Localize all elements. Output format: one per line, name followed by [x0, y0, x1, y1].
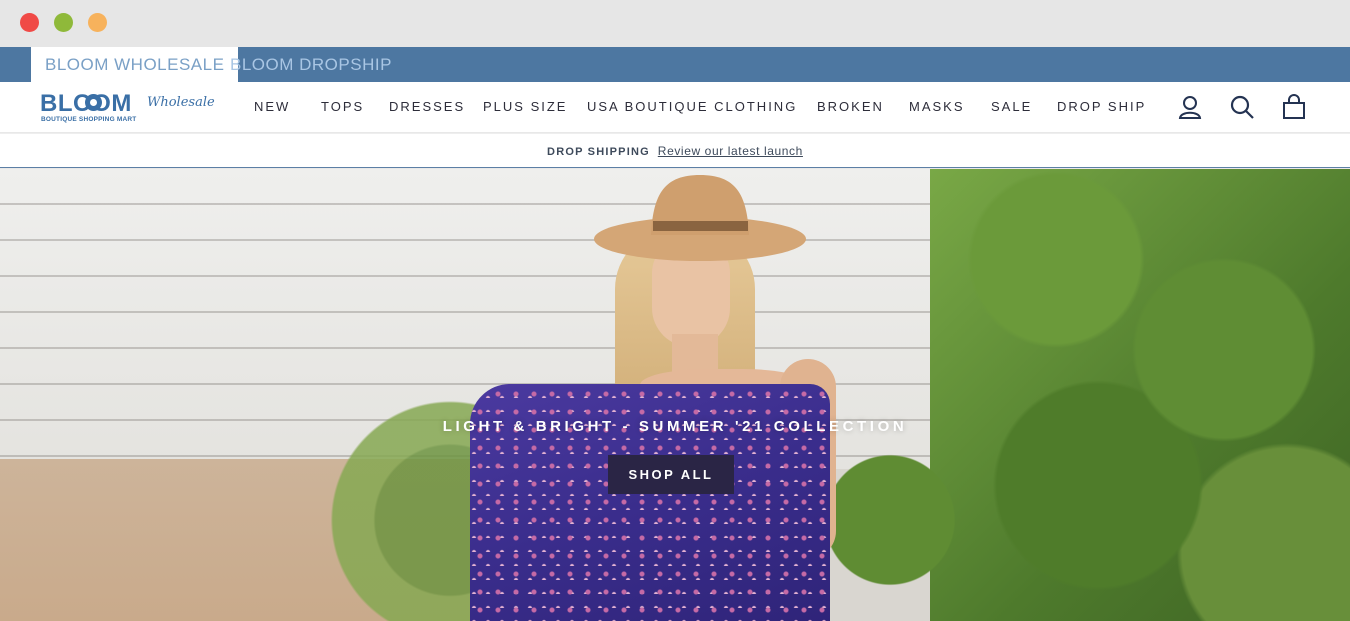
browser-chrome	[0, 0, 1350, 47]
flower-icon	[85, 94, 102, 111]
nav-item-tops[interactable]: TOPS	[321, 82, 364, 132]
nav-item-dresses[interactable]: DRESSES	[389, 82, 465, 132]
hero-banner: LIGHT & BRIGHT - SUMMER '21 COLLECTION S…	[0, 169, 1350, 621]
hero-title: LIGHT & BRIGHT - SUMMER '21 COLLECTION	[442, 418, 908, 435]
announcement-label: DROP SHIPPING	[547, 146, 650, 158]
nav-item-sale[interactable]: SALE	[991, 82, 1032, 132]
nav-item-new[interactable]: NEW	[254, 82, 290, 132]
brand-logo[interactable]: BLOOM Wholesale BOUTIQUE SHOPPING MART	[40, 90, 215, 126]
nav-item-drop-ship[interactable]: DROP SHIP	[1057, 82, 1146, 132]
hero-background-foliage	[930, 169, 1350, 621]
logo-script: Wholesale	[147, 95, 215, 110]
nav-item-broken[interactable]: BROKEN	[817, 82, 884, 132]
store-tab-dropship[interactable]: BLOOM DROPSHIP	[216, 47, 406, 82]
nav-item-usa-boutique-clothing[interactable]: USA BOUTIQUE CLOTHING	[587, 82, 797, 132]
cart-icon[interactable]	[1281, 94, 1307, 120]
maximize-window-button[interactable]	[88, 13, 107, 32]
announcement-link[interactable]: Review our latest launch	[658, 144, 803, 158]
sun-hat-icon	[593, 173, 808, 263]
nav-item-masks[interactable]: MASKS	[909, 82, 965, 132]
shop-all-button[interactable]: SHOP ALL	[608, 455, 734, 494]
site-header: BLOOM Wholesale BOUTIQUE SHOPPING MART N…	[0, 82, 1350, 132]
store-tab-wholesale[interactable]: BLOOM WHOLESALE	[31, 47, 239, 82]
logo-tagline: BOUTIQUE SHOPPING MART	[41, 116, 137, 123]
search-icon[interactable]	[1229, 94, 1255, 120]
close-window-button[interactable]	[20, 13, 39, 32]
announcement-bar: DROP SHIPPING Review our latest launch	[0, 133, 1350, 168]
minimize-window-button[interactable]	[54, 13, 73, 32]
store-switcher-bar: BLOOM WHOLESALE BLOOM DROPSHIP	[0, 47, 1350, 82]
account-icon[interactable]	[1177, 94, 1203, 120]
nav-item-plus-size[interactable]: PLUS SIZE	[483, 82, 567, 132]
